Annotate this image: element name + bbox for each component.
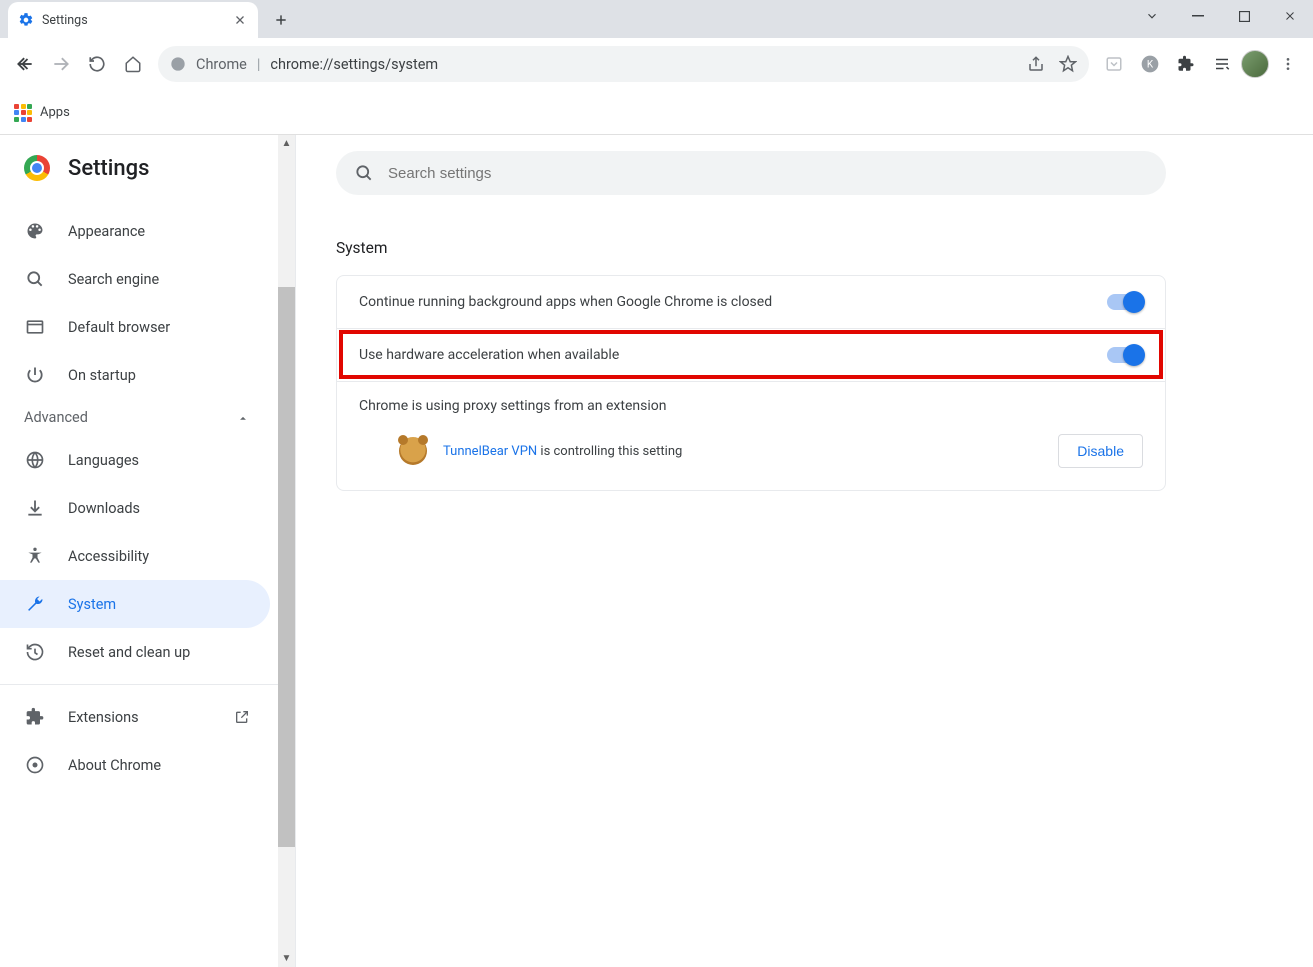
row-label: Continue running background apps when Go… [359, 294, 772, 310]
profile-avatar[interactable] [1241, 50, 1269, 78]
address-bar[interactable]: Chrome | chrome://settings/system [158, 46, 1089, 82]
sidebar-label: Default browser [68, 319, 170, 336]
site-info-icon[interactable] [170, 56, 186, 72]
sidebar-item-languages[interactable]: Languages [0, 436, 270, 484]
settings-main: System Continue running background apps … [296, 135, 1313, 967]
restore-icon [24, 642, 46, 662]
proxy-title: Chrome is using proxy settings from an e… [359, 398, 1143, 414]
sidebar-label: On startup [68, 367, 136, 384]
search-icon [24, 269, 46, 289]
pocket-icon[interactable] [1097, 47, 1131, 81]
sidebar-item-system[interactable]: System [0, 580, 270, 628]
accessibility-icon [24, 546, 46, 566]
palette-icon [24, 221, 46, 241]
sidebar-divider [0, 684, 278, 685]
toggle-hardware-acceleration[interactable] [1107, 347, 1143, 363]
power-icon [24, 365, 46, 385]
sidebar-label: System [68, 596, 116, 613]
sidebar-label: Search engine [68, 271, 159, 288]
download-icon [24, 498, 46, 518]
sidebar-item-default-browser[interactable]: Default browser [0, 303, 270, 351]
apps-label[interactable]: Apps [40, 105, 70, 120]
sidebar-label: Extensions [68, 709, 139, 726]
tab-close-icon[interactable] [232, 12, 248, 28]
browser-window-icon [24, 317, 46, 337]
kebab-menu-icon[interactable] [1271, 47, 1305, 81]
toggle-background-apps[interactable] [1107, 294, 1143, 310]
bookmarks-bar: Apps [0, 91, 1313, 135]
apps-grid-icon[interactable] [14, 104, 32, 122]
tunnelbear-icon [399, 437, 427, 465]
sidebar-label: Accessibility [68, 548, 149, 565]
maximize-button[interactable] [1221, 0, 1267, 32]
browser-tab[interactable]: Settings [8, 2, 258, 38]
sidebar-item-on-startup[interactable]: On startup [0, 351, 270, 399]
sidebar-label: Appearance [68, 223, 145, 240]
minimize-button[interactable] [1175, 0, 1221, 32]
settings-header: Settings [0, 135, 278, 207]
advanced-label: Advanced [24, 409, 88, 426]
sidebar-label: About Chrome [68, 757, 161, 774]
globe-icon [24, 450, 46, 470]
extension-link[interactable]: TunnelBear VPN [443, 444, 537, 459]
system-card: Continue running background apps when Go… [336, 275, 1166, 491]
extensions-puzzle-icon[interactable] [1169, 47, 1203, 81]
titlebar: Settings [0, 0, 1313, 38]
row-proxy-settings: Chrome is using proxy settings from an e… [337, 381, 1165, 490]
svg-text:K: K [1147, 59, 1154, 70]
row-background-apps[interactable]: Continue running background apps when Go… [337, 276, 1165, 328]
reload-button[interactable] [80, 47, 114, 81]
window-controls [1129, 0, 1313, 32]
tab-title: Settings [42, 13, 224, 28]
scrollbar-down-arrow[interactable]: ▼ [278, 950, 295, 967]
share-icon[interactable] [1027, 55, 1045, 73]
sidebar-item-appearance[interactable]: Appearance [0, 207, 270, 255]
extension-suffix: is controlling this setting [537, 444, 682, 459]
omnibox-url: chrome://settings/system [270, 56, 1017, 73]
sidebar-label: Languages [68, 452, 139, 469]
sidebar-advanced-toggle[interactable]: Advanced [0, 399, 278, 436]
row-hardware-acceleration[interactable]: Use hardware acceleration when available [337, 328, 1165, 381]
sidebar-item-search-engine[interactable]: Search engine [0, 255, 270, 303]
open-external-icon [234, 709, 250, 725]
scrollbar-up-arrow[interactable]: ▲ [278, 135, 295, 152]
chevron-up-icon [236, 411, 250, 425]
close-window-button[interactable] [1267, 0, 1313, 32]
sidebar-label: Reset and clean up [68, 644, 190, 661]
chrome-logo-icon [24, 155, 50, 181]
settings-search-input[interactable] [388, 165, 1148, 182]
search-icon [354, 163, 374, 183]
bookmark-star-icon[interactable] [1059, 55, 1077, 73]
settings-sidebar: Settings Appearance Search engine Defaul… [0, 135, 296, 967]
row-label: Use hardware acceleration when available [359, 347, 619, 363]
sidebar-item-accessibility[interactable]: Accessibility [0, 532, 270, 580]
omnibox-prefix: Chrome [196, 56, 247, 73]
back-button[interactable] [8, 47, 42, 81]
omnibox-separator: | [257, 56, 261, 73]
toolbar: Chrome | chrome://settings/system K [0, 38, 1313, 91]
wrench-icon [24, 594, 46, 614]
proxy-extension-text: TunnelBear VPN is controlling this setti… [443, 444, 682, 459]
chrome-outline-icon [24, 755, 46, 775]
home-button[interactable] [116, 47, 150, 81]
settings-search[interactable] [336, 151, 1166, 195]
forward-button[interactable] [44, 47, 78, 81]
sidebar-label: Downloads [68, 500, 140, 517]
gear-icon [18, 12, 34, 28]
sidebar-item-reset[interactable]: Reset and clean up [0, 628, 270, 676]
puzzle-icon [24, 707, 46, 727]
sidebar-item-downloads[interactable]: Downloads [0, 484, 270, 532]
new-tab-button[interactable] [266, 5, 296, 35]
settings-title: Settings [68, 156, 149, 181]
settings-page: Settings Appearance Search engine Defaul… [0, 135, 1313, 967]
section-title: System [336, 239, 1273, 257]
extension-circle-icon[interactable]: K [1133, 47, 1167, 81]
chevron-down-icon[interactable] [1129, 0, 1175, 32]
sidebar-scrollbar-thumb[interactable] [278, 287, 295, 847]
disable-button[interactable]: Disable [1058, 434, 1143, 468]
sidebar-item-about[interactable]: About Chrome [0, 741, 270, 789]
sidebar-item-extensions[interactable]: Extensions [0, 693, 270, 741]
reading-list-icon[interactable] [1205, 47, 1239, 81]
